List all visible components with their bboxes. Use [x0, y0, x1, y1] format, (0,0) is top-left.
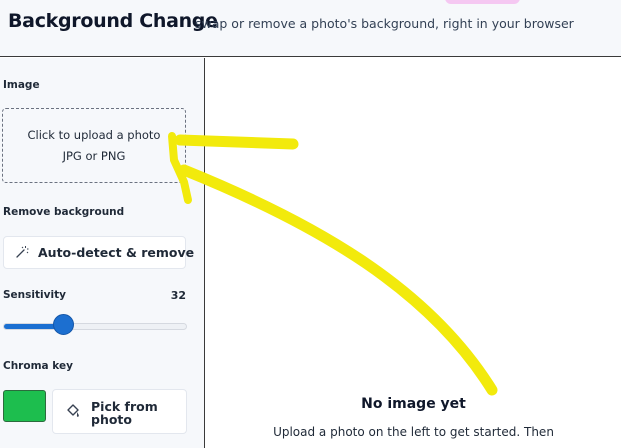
remove-section-label: Remove background: [3, 206, 125, 218]
sensitivity-label: Sensitivity: [3, 289, 66, 301]
sensitivity-slider[interactable]: [3, 323, 187, 330]
empty-state-title: No image yet: [361, 396, 466, 412]
image-section-label: Image: [3, 79, 40, 91]
app-title: Background Change: [8, 10, 218, 32]
magic-wand-icon: [16, 246, 29, 258]
app-subtitle: swap or remove a photo's background, rig…: [195, 16, 574, 31]
chroma-color-swatch[interactable]: [3, 390, 46, 422]
upload-formats: JPG or PNG: [62, 149, 126, 163]
app-header: Background Change swap or remove a photo…: [0, 0, 621, 57]
auto-detect-remove-button[interactable]: Auto-detect & remove: [3, 236, 194, 269]
upload-prompt: Click to upload a photo: [27, 128, 161, 142]
header-tab-indicator: [445, 0, 520, 4]
eyedropper-icon: [67, 404, 79, 417]
pick-from-photo-label: Pick from photo: [91, 399, 158, 427]
pick-from-photo-button[interactable]: Pick from photo: [52, 389, 187, 434]
chroma-key-label: Chroma key: [3, 360, 73, 372]
control-sidebar: Image Click to upload a photo JPG or PNG…: [0, 58, 205, 448]
sensitivity-value: 32: [170, 289, 186, 302]
sensitivity-slider-thumb[interactable]: [52, 314, 74, 335]
auto-detect-label: Auto-detect & remove: [38, 245, 195, 260]
upload-dropzone[interactable]: Click to upload a photo JPG or PNG: [2, 108, 186, 183]
empty-state-description: Upload a photo on the left to get starte…: [273, 425, 554, 439]
